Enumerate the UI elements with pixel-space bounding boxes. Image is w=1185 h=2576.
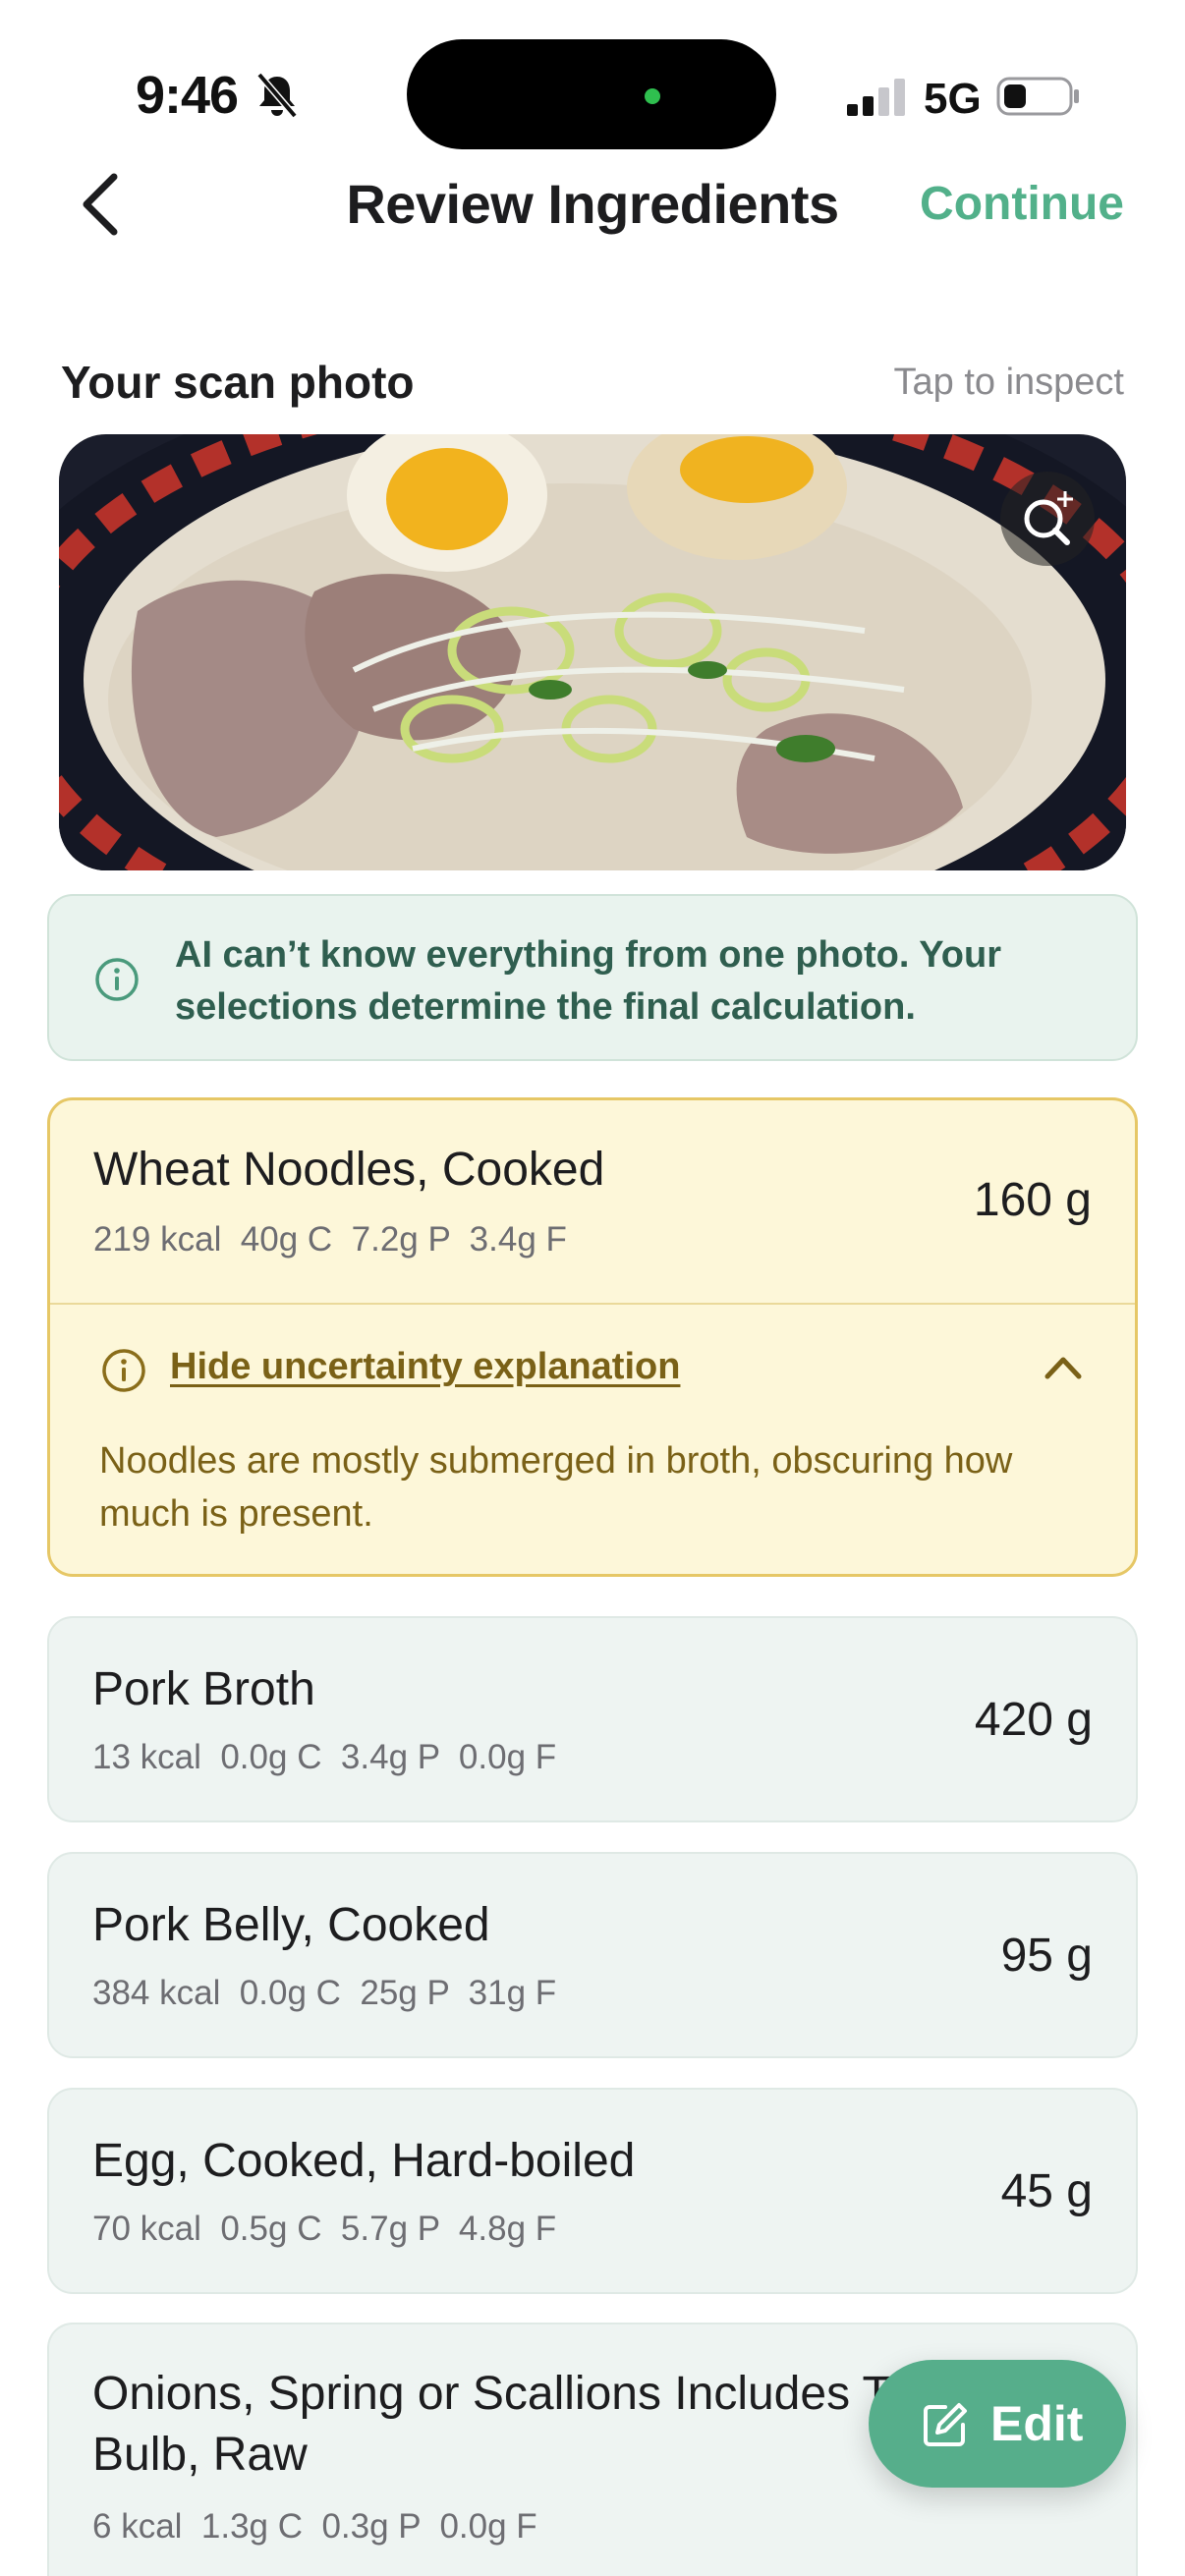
chevron-up-icon[interactable] bbox=[1043, 1352, 1084, 1381]
status-time: 9:46 bbox=[136, 66, 239, 125]
ingredient-macros: 70 kcal 0.5g C 5.7g P 4.8g F bbox=[92, 2210, 557, 2248]
zoom-in-icon bbox=[1024, 491, 1073, 545]
ingredient-macros: 13 kcal 0.0g C 3.4g P 0.0g F bbox=[92, 1738, 557, 1776]
ingredient-macros: 219 kcal 40g C 7.2g P 3.4g F bbox=[93, 1220, 567, 1259]
edit-icon bbox=[924, 2403, 967, 2446]
scan-photo-label: Your scan photo bbox=[61, 357, 415, 408]
scan-photo[interactable] bbox=[59, 434, 1126, 870]
ingredient-weight[interactable]: 420 g bbox=[975, 1693, 1093, 1747]
card-divider bbox=[50, 1303, 1135, 1305]
camera-indicator-dot bbox=[645, 88, 660, 104]
tap-to-inspect-hint: Tap to inspect bbox=[893, 362, 1124, 403]
network-type: 5G bbox=[924, 75, 982, 123]
ramen-photo-illustration bbox=[59, 434, 1126, 870]
dynamic-island bbox=[407, 39, 776, 149]
hide-uncertainty-toggle[interactable]: Hide uncertainty explanation bbox=[170, 1346, 680, 1388]
ingredient-name: Egg, Cooked, Hard-boiled bbox=[92, 2135, 636, 2187]
ingredient-card-egg[interactable]: Egg, Cooked, Hard-boiled 70 kcal 0.5g C … bbox=[47, 2088, 1138, 2294]
ingredient-card-wheat-noodles[interactable]: Wheat Noodles, Cooked 219 kcal 40g C 7.2… bbox=[47, 1097, 1138, 1577]
ingredient-name: Wheat Noodles, Cooked bbox=[93, 1144, 605, 1196]
info-icon bbox=[102, 1349, 145, 1392]
ingredient-weight[interactable]: 95 g bbox=[1001, 1929, 1093, 1983]
continue-button[interactable]: Continue bbox=[920, 177, 1124, 231]
ingredient-weight[interactable]: 160 g bbox=[974, 1173, 1092, 1227]
ingredient-name: Pork Belly, Cooked bbox=[92, 1899, 490, 1951]
ingredient-card-pork-broth[interactable]: Pork Broth 13 kcal 0.0g C 3.4g P 0.0g F … bbox=[47, 1616, 1138, 1822]
ingredient-macros: 6 kcal 1.3g C 0.3g P 0.0g F bbox=[92, 2507, 537, 2546]
info-icon bbox=[95, 958, 139, 1001]
edit-button[interactable]: Edit bbox=[869, 2360, 1126, 2488]
ai-disclaimer-banner: AI can’t know everything from one photo.… bbox=[47, 894, 1138, 1061]
edit-button-label: Edit bbox=[990, 2396, 1084, 2451]
ai-disclaimer-text: AI can’t know everything from one photo.… bbox=[175, 934, 1001, 1028]
ingredient-name: Pork Broth bbox=[92, 1663, 315, 1715]
ingredient-weight[interactable]: 45 g bbox=[1001, 2164, 1093, 2218]
ingredient-card-pork-belly[interactable]: Pork Belly, Cooked 384 kcal 0.0g C 25g P… bbox=[47, 1852, 1138, 2058]
zoom-button[interactable] bbox=[1000, 472, 1095, 566]
signal-icon bbox=[847, 79, 905, 116]
ingredient-macros: 384 kcal 0.0g C 25g P 31g F bbox=[92, 1974, 557, 2012]
bell-slash-icon bbox=[256, 72, 298, 119]
uncertainty-explanation: Noodles are mostly submerged in broth, o… bbox=[99, 1440, 1013, 1535]
battery-icon bbox=[996, 77, 1079, 116]
